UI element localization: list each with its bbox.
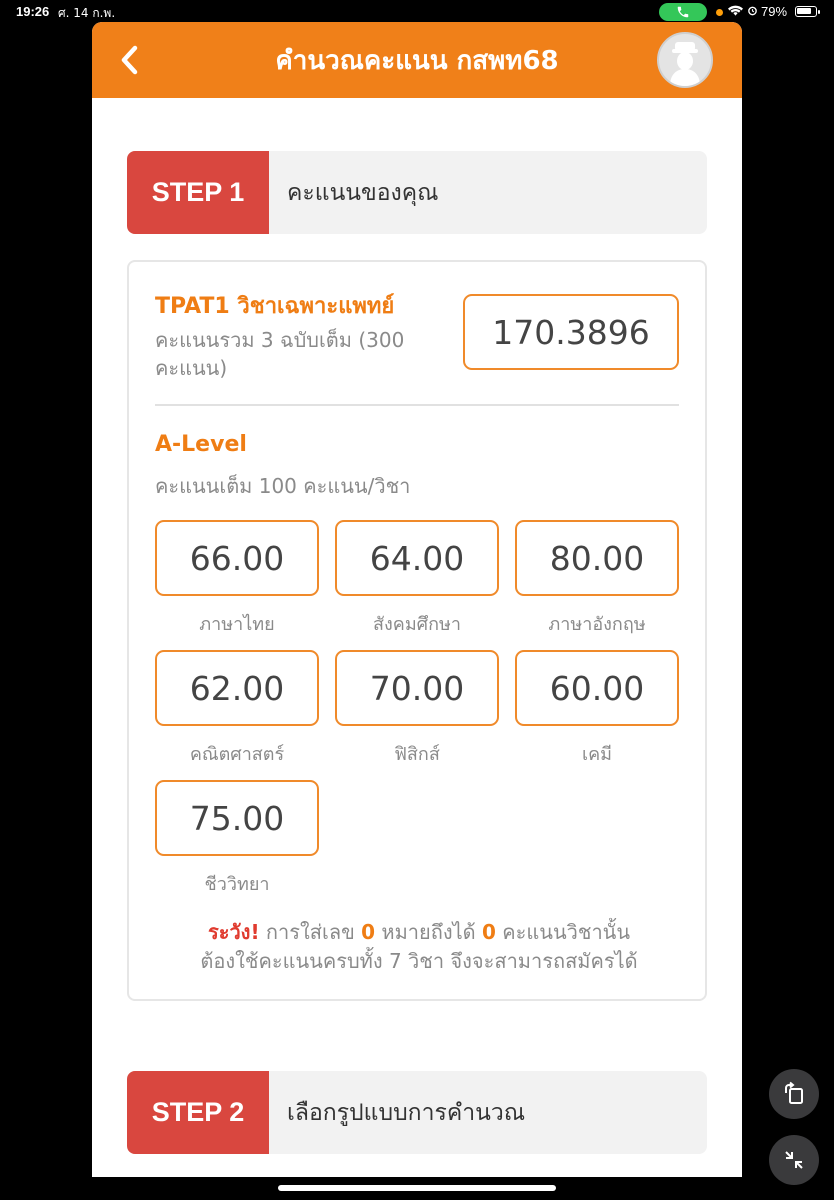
warning-line-2: ต้องใช้คะแนนครบทั้ง 7 วิชา จึงจะสามารถสม… xyxy=(200,949,638,973)
math-score-input[interactable]: 62.00 xyxy=(155,650,319,726)
app-header: คำนวณคะแนน กสพท68 xyxy=(92,22,742,98)
user-avatar-icon xyxy=(670,42,700,86)
tpat1-title: TPAT1 วิชาเฉพาะแพทย์ xyxy=(155,294,395,319)
divider xyxy=(155,404,679,406)
social-label: สังคมศึกษา xyxy=(373,614,461,635)
biology-label: ชีววิทยา xyxy=(204,874,270,895)
status-time: 19:26 xyxy=(16,4,50,19)
step2-badge: STEP 2 xyxy=(127,1071,269,1154)
score-card: TPAT1 วิชาเฉพาะแพทย์ คะแนนรวม 3 ฉบับเต็ม… xyxy=(127,260,707,1001)
chemistry-label: เคมี xyxy=(581,744,613,765)
status-date: ศ. 14 ก.พ. xyxy=(58,6,116,20)
english-label: ภาษาอังกฤษ xyxy=(548,614,646,635)
avatar[interactable] xyxy=(657,32,713,88)
alevel-title: A-Level xyxy=(155,432,247,457)
page-title: คำนวณคะแนน กสพท68 xyxy=(275,46,559,76)
battery-icon xyxy=(795,6,820,17)
rotate-icon xyxy=(785,1081,803,1104)
physics-score-input[interactable]: 70.00 xyxy=(335,650,499,726)
alevel-description: คะแนนเต็ม 100 คะแนน/วิชา xyxy=(155,474,411,498)
social-score-input[interactable]: 64.00 xyxy=(335,520,499,596)
alarm-icon xyxy=(748,6,757,15)
step2-label: เลือกรูปแบบการคำนวณ xyxy=(287,1099,526,1126)
step1-label: คะแนนของคุณ xyxy=(287,179,439,206)
collapse-arrows-icon xyxy=(785,1151,803,1169)
wifi-icon xyxy=(728,5,743,16)
thai-label: ภาษาไทย xyxy=(199,614,275,635)
call-indicator-icon[interactable] xyxy=(659,3,707,21)
thai-score-input[interactable]: 66.00 xyxy=(155,520,319,596)
app-window: คำนวณคะแนน กสพท68 STEP 1 คะแนนของคุณ TPA… xyxy=(92,22,742,1177)
mic-indicator-icon xyxy=(716,9,723,16)
warning-line-1: ระวัง! การใส่เลข 0 หมายถึงได้ 0 คะแนนวิช… xyxy=(207,920,631,944)
minimize-button[interactable] xyxy=(769,1135,819,1185)
warning-text: ระวัง! การใส่เลข 0 หมายถึงได้ 0 คะแนนวิช… xyxy=(129,918,709,976)
step2-header[interactable]: STEP 2 เลือกรูปแบบการคำนวณ xyxy=(127,1071,707,1154)
chemistry-score-input[interactable]: 60.00 xyxy=(515,650,679,726)
math-label: คณิตศาสตร์ xyxy=(189,744,285,765)
biology-score-input[interactable]: 75.00 xyxy=(155,780,319,856)
tpat1-score-input[interactable]: 170.3896 xyxy=(463,294,679,370)
rotate-screen-button[interactable] xyxy=(769,1069,819,1119)
tpat1-description: คะแนนรวม 3 ฉบับเต็ม (300 คะแนน) xyxy=(155,328,405,380)
status-bar: 19:26 ศ. 14 ก.พ. 79% xyxy=(0,0,834,24)
battery-percentage: 79% xyxy=(761,4,788,19)
english-score-input[interactable]: 80.00 xyxy=(515,520,679,596)
step1-header: STEP 1 คะแนนของคุณ xyxy=(127,151,707,234)
home-indicator[interactable] xyxy=(278,1185,556,1191)
physics-label: ฟิสิกส์ xyxy=(394,744,440,765)
warning-prefix: ระวัง! xyxy=(207,920,260,944)
step1-badge: STEP 1 xyxy=(127,151,269,234)
